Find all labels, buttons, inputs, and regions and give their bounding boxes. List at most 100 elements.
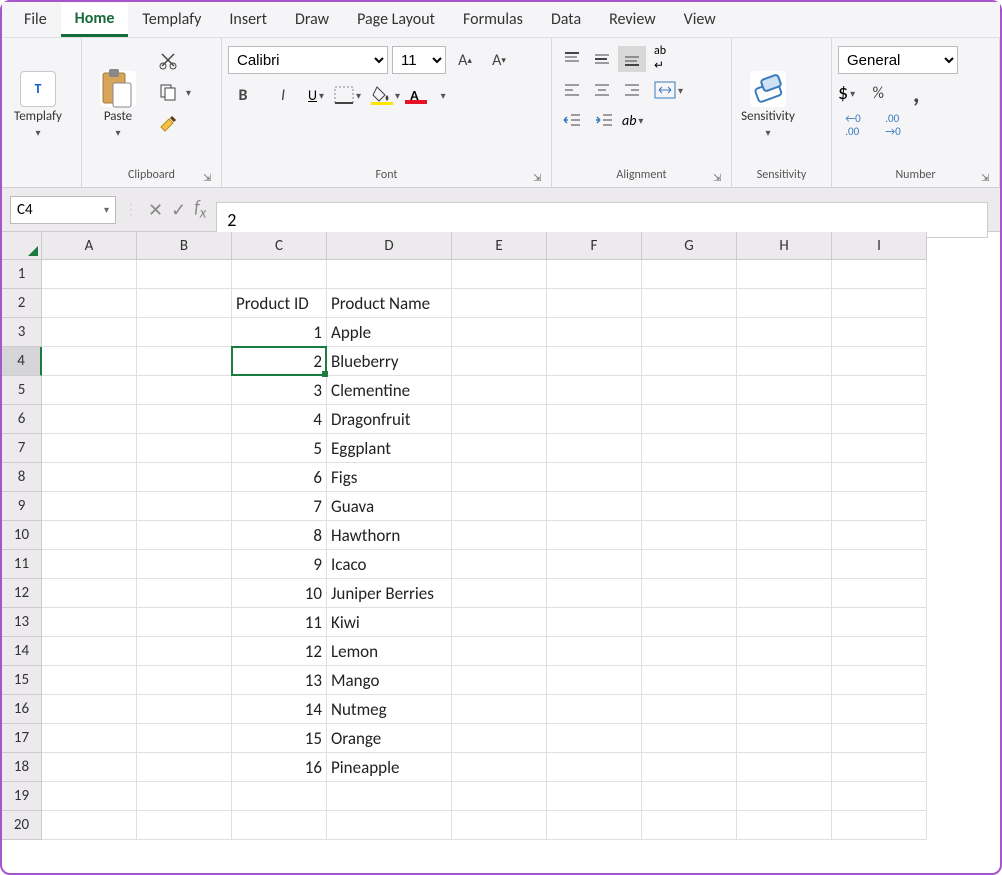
cell-G4[interactable] xyxy=(642,347,737,376)
row-header-13[interactable]: 13 xyxy=(2,608,42,637)
cell-G3[interactable] xyxy=(642,318,737,347)
cell-C1[interactable] xyxy=(232,260,327,289)
cell-H6[interactable] xyxy=(737,405,832,434)
cell-E18[interactable] xyxy=(452,753,547,782)
cell-D19[interactable] xyxy=(327,782,452,811)
cell-H4[interactable] xyxy=(737,347,832,376)
cell-A19[interactable] xyxy=(42,782,137,811)
cell-B17[interactable] xyxy=(137,724,232,753)
select-all-corner[interactable] xyxy=(2,232,42,260)
cell-I11[interactable] xyxy=(832,550,927,579)
row-header-1[interactable]: 1 xyxy=(2,260,42,289)
cell-F11[interactable] xyxy=(547,550,642,579)
cell-E16[interactable] xyxy=(452,695,547,724)
tab-templafy[interactable]: Templafy xyxy=(128,4,215,35)
cell-E7[interactable] xyxy=(452,434,547,463)
cell-B1[interactable] xyxy=(137,260,232,289)
cell-D7[interactable]: Eggplant xyxy=(327,434,452,463)
cell-I20[interactable] xyxy=(832,811,927,840)
increase-indent-button[interactable] xyxy=(590,107,618,133)
cell-A5[interactable] xyxy=(42,376,137,405)
cell-C4[interactable]: 2 xyxy=(232,347,327,376)
cell-F6[interactable] xyxy=(547,405,642,434)
cell-A10[interactable] xyxy=(42,521,137,550)
cell-H12[interactable] xyxy=(737,579,832,608)
align-middle-button[interactable] xyxy=(588,46,616,72)
tab-view[interactable]: View xyxy=(670,4,730,35)
templafy-button[interactable]: T Templafy ▾ xyxy=(8,42,68,167)
name-box[interactable]: C4 ▾ xyxy=(10,196,116,224)
paste-button[interactable]: Paste ▾ xyxy=(88,42,148,167)
font-color-button[interactable]: A ▾ xyxy=(410,86,446,104)
cell-G7[interactable] xyxy=(642,434,737,463)
comma-button[interactable]: , xyxy=(901,80,931,106)
cell-I13[interactable] xyxy=(832,608,927,637)
align-top-button[interactable] xyxy=(558,46,586,72)
cell-G15[interactable] xyxy=(642,666,737,695)
cell-B7[interactable] xyxy=(137,434,232,463)
cell-D4[interactable]: Blueberry xyxy=(327,347,452,376)
cell-B19[interactable] xyxy=(137,782,232,811)
cell-H19[interactable] xyxy=(737,782,832,811)
fx-icon[interactable]: fx xyxy=(194,196,206,223)
cell-E9[interactable] xyxy=(452,492,547,521)
number-format-select[interactable]: General xyxy=(838,46,958,74)
cell-C9[interactable]: 7 xyxy=(232,492,327,521)
cell-A8[interactable] xyxy=(42,463,137,492)
fill-color-button[interactable]: ▾ xyxy=(371,85,400,105)
cell-A16[interactable] xyxy=(42,695,137,724)
cell-D20[interactable] xyxy=(327,811,452,840)
cell-B14[interactable] xyxy=(137,637,232,666)
row-header-14[interactable]: 14 xyxy=(2,637,42,666)
cell-B10[interactable] xyxy=(137,521,232,550)
cell-A15[interactable] xyxy=(42,666,137,695)
format-painter-button[interactable] xyxy=(154,110,182,138)
cell-H9[interactable] xyxy=(737,492,832,521)
cell-G18[interactable] xyxy=(642,753,737,782)
row-header-3[interactable]: 3 xyxy=(2,318,42,347)
cell-F16[interactable] xyxy=(547,695,642,724)
cell-E19[interactable] xyxy=(452,782,547,811)
column-header-B[interactable]: B xyxy=(137,232,232,260)
cell-F7[interactable] xyxy=(547,434,642,463)
cell-F4[interactable] xyxy=(547,347,642,376)
tab-draw[interactable]: Draw xyxy=(281,4,343,35)
cell-D10[interactable]: Hawthorn xyxy=(327,521,452,550)
decrease-indent-button[interactable] xyxy=(558,107,586,133)
cell-C7[interactable]: 5 xyxy=(232,434,327,463)
row-header-9[interactable]: 9 xyxy=(2,492,42,521)
cell-G9[interactable] xyxy=(642,492,737,521)
row-header-15[interactable]: 15 xyxy=(2,666,42,695)
cell-H16[interactable] xyxy=(737,695,832,724)
cell-C16[interactable]: 14 xyxy=(232,695,327,724)
percent-button[interactable]: % xyxy=(863,80,893,106)
cell-F13[interactable] xyxy=(547,608,642,637)
cell-I19[interactable] xyxy=(832,782,927,811)
increase-decimal-button[interactable]: ←0.00 xyxy=(838,112,868,138)
cell-E3[interactable] xyxy=(452,318,547,347)
align-center-button[interactable] xyxy=(588,77,616,103)
cell-E13[interactable] xyxy=(452,608,547,637)
cell-G17[interactable] xyxy=(642,724,737,753)
cell-C6[interactable]: 4 xyxy=(232,405,327,434)
cell-G19[interactable] xyxy=(642,782,737,811)
cell-E11[interactable] xyxy=(452,550,547,579)
tab-data[interactable]: Data xyxy=(537,4,595,35)
cell-F20[interactable] xyxy=(547,811,642,840)
cell-B11[interactable] xyxy=(137,550,232,579)
cell-E4[interactable] xyxy=(452,347,547,376)
cell-G10[interactable] xyxy=(642,521,737,550)
column-header-I[interactable]: I xyxy=(832,232,927,260)
dialog-launcher-icon[interactable]: ⇲ xyxy=(203,171,217,185)
cell-G12[interactable] xyxy=(642,579,737,608)
sensitivity-button[interactable]: Sensitivity ▾ xyxy=(738,42,798,167)
cell-D13[interactable]: Kiwi xyxy=(327,608,452,637)
cell-H15[interactable] xyxy=(737,666,832,695)
cell-F18[interactable] xyxy=(547,753,642,782)
cell-H3[interactable] xyxy=(737,318,832,347)
tab-file[interactable]: File xyxy=(10,4,61,35)
row-header-4[interactable]: 4 xyxy=(2,347,42,376)
cell-C15[interactable]: 13 xyxy=(232,666,327,695)
tab-page-layout[interactable]: Page Layout xyxy=(343,4,449,35)
cell-I1[interactable] xyxy=(832,260,927,289)
